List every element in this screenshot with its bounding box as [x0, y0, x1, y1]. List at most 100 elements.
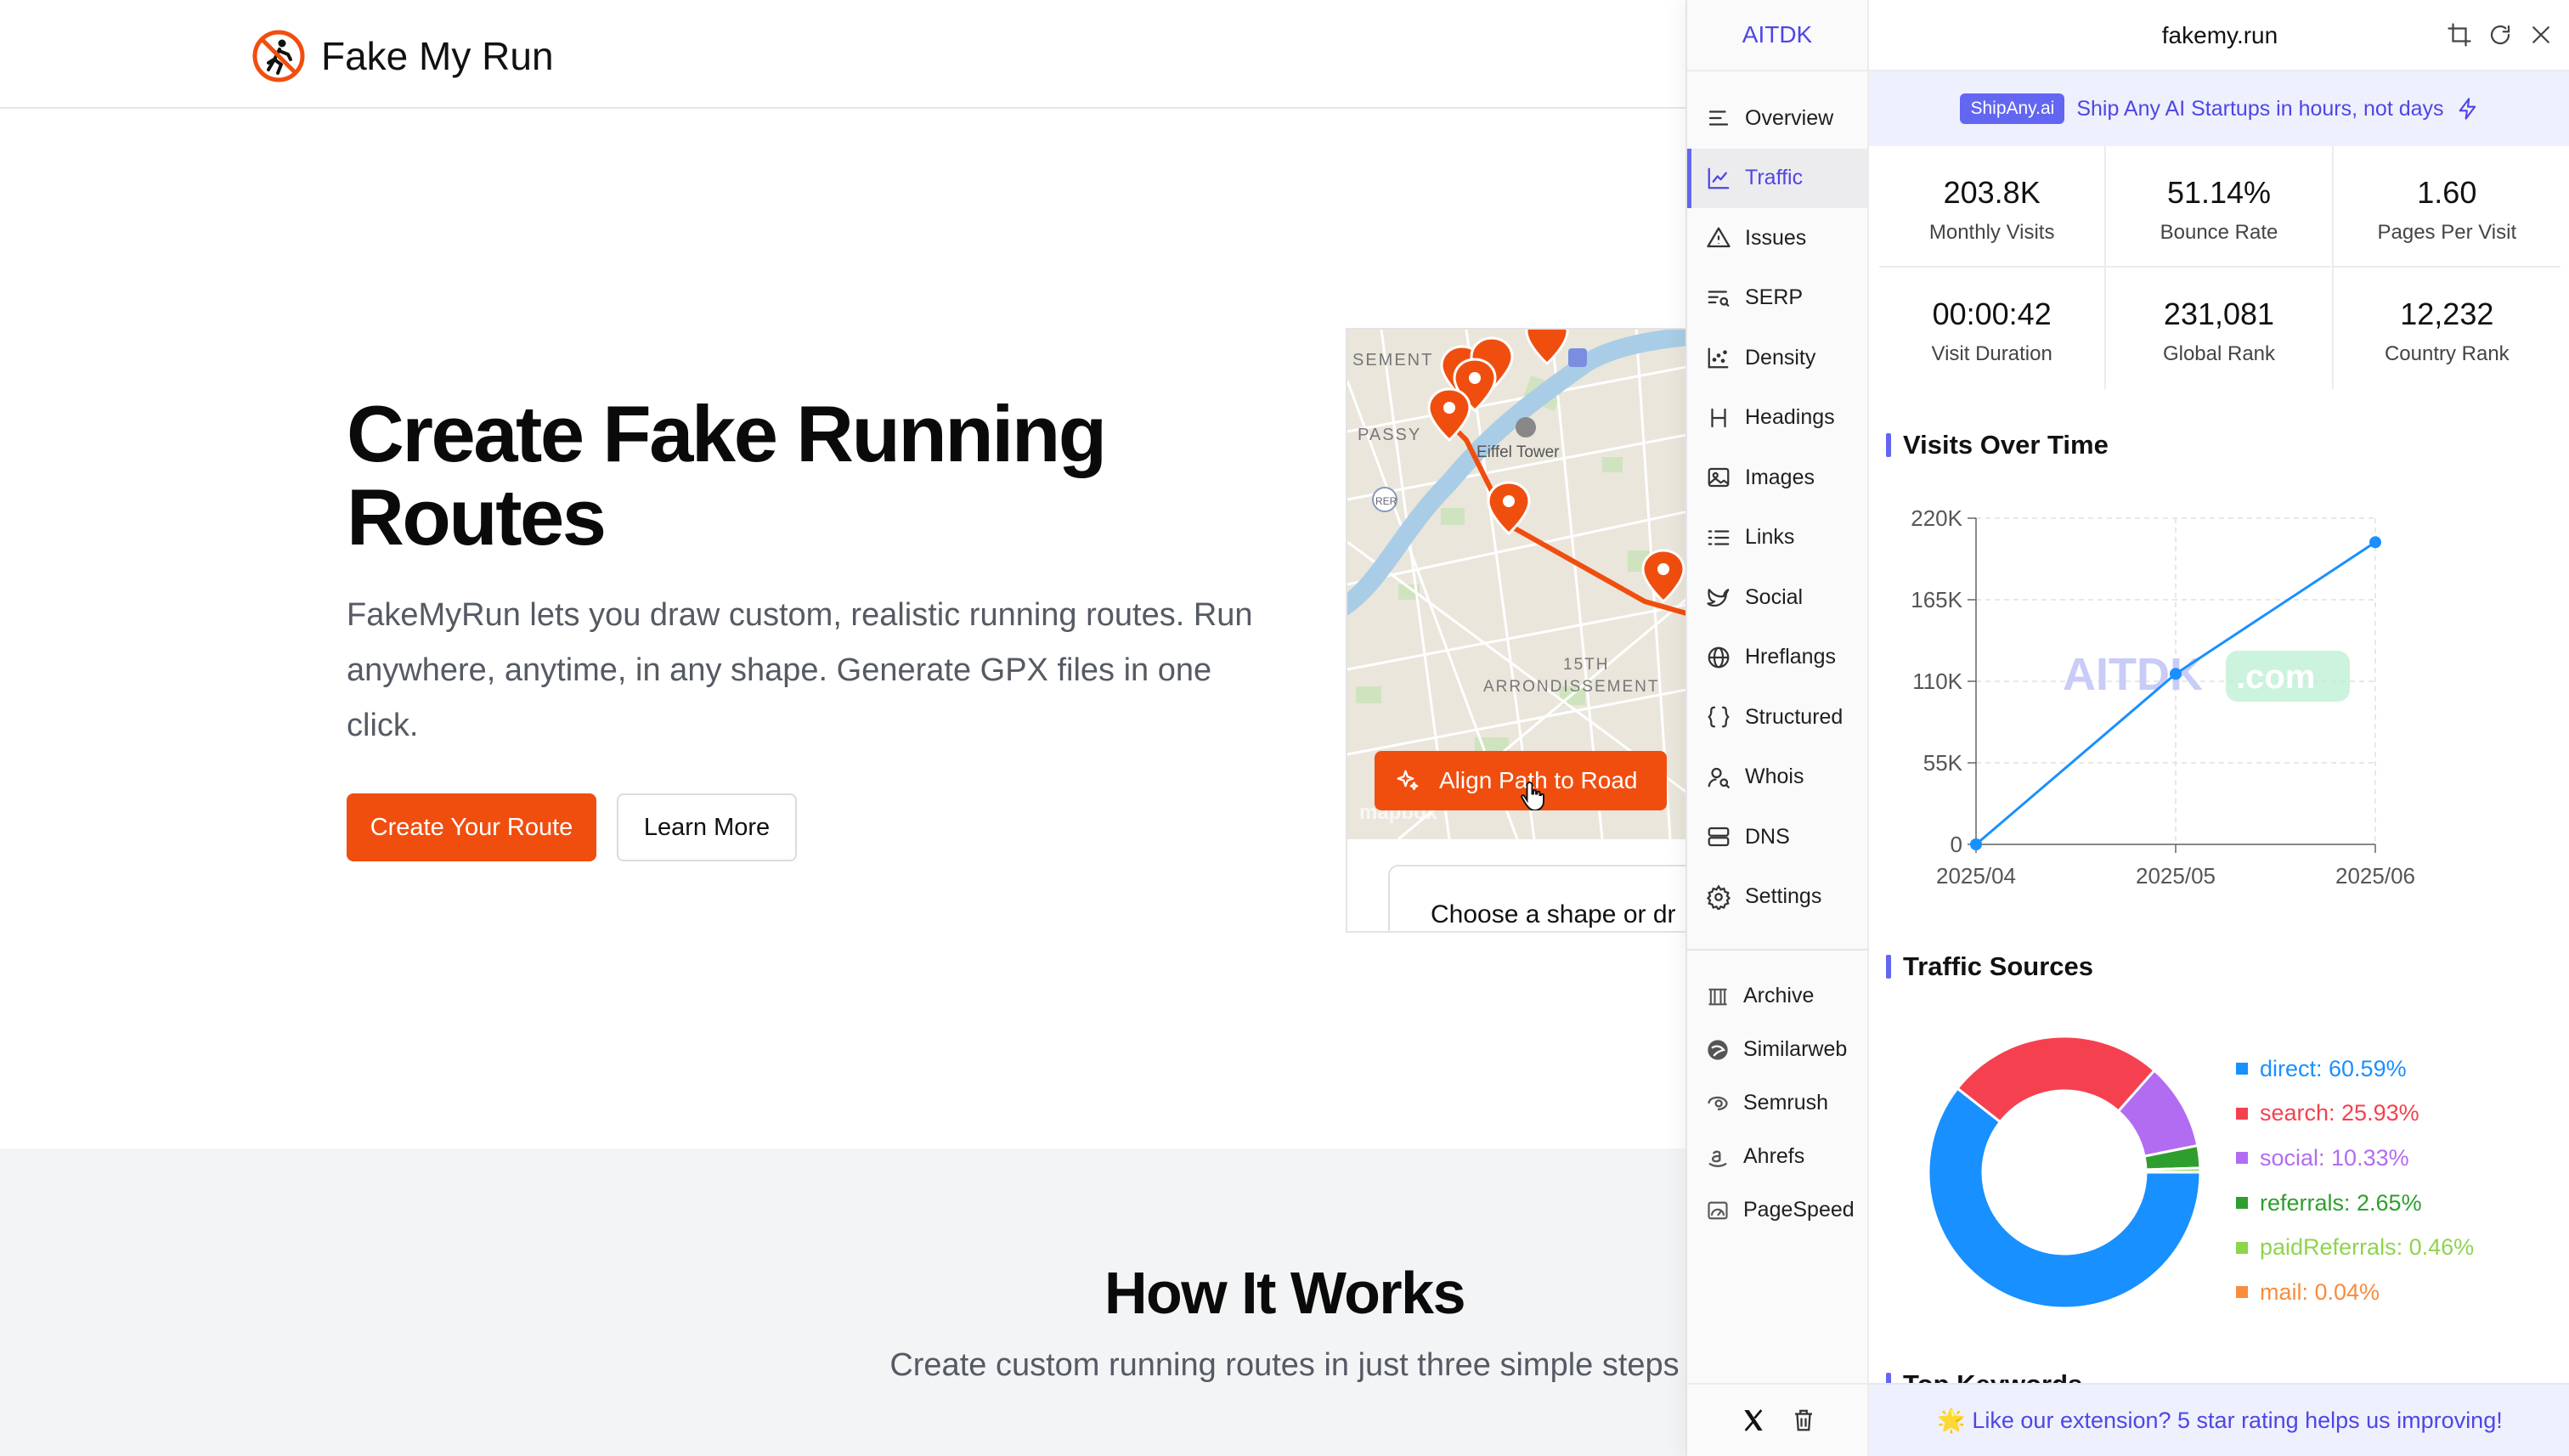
visits-over-time-title: Visits Over Time: [1886, 430, 2109, 460]
legend-swatch: [2236, 1107, 2248, 1120]
trash-icon[interactable]: [1791, 1408, 1816, 1433]
map-label-eiffel: Eiffel Tower: [1476, 443, 1560, 461]
hero-description: FakeMyRun lets you draw custom, realisti…: [347, 597, 1253, 743]
visits-data-point[interactable]: [2369, 536, 2381, 549]
extension-main: fakemy.run ShipAny.ai Ship Any AI Startu…: [1869, 0, 2569, 1456]
extension-brand[interactable]: AITDK: [1687, 0, 1867, 71]
social-icon: [1707, 589, 1730, 607]
traffic-sources-title: Traffic Sources: [1886, 951, 2093, 982]
nav-item-whois[interactable]: Whois: [1687, 748, 1867, 808]
nav-item-density[interactable]: Density: [1687, 328, 1867, 388]
legend-item-social[interactable]: social: 10.33%: [2236, 1136, 2474, 1181]
density-icon: [1708, 348, 1729, 369]
stat-bounce-rate: 51.14% Bounce Rate: [2106, 146, 2334, 268]
legend-item-referrals[interactable]: referrals: 2.65%: [2236, 1181, 2474, 1226]
map-card: SEMENT PASSY Eiffel Tower 15TH ARRONDISS…: [1346, 328, 1686, 933]
crop-icon[interactable]: [2447, 22, 2472, 48]
stat-monthly-visits: 203.8K Monthly Visits: [1879, 146, 2107, 268]
promo-badge: ShipAny.ai: [1960, 93, 2065, 124]
nav-item-similarweb[interactable]: Similarweb: [1687, 1023, 1867, 1076]
heading-icon: [1711, 408, 1726, 427]
close-icon[interactable]: [2528, 22, 2554, 48]
legend-swatch: [2236, 1241, 2248, 1254]
nav-item-dns[interactable]: DNS: [1687, 807, 1867, 867]
legend-swatch: [2236, 1197, 2248, 1210]
nav-separator: [1687, 949, 1867, 951]
y-tick-label: 220K: [1911, 505, 1962, 531]
svg-text:RER: RER: [1375, 495, 1397, 507]
legend-label: paidReferrals: 0.46%: [2260, 1234, 2475, 1261]
nav-item-archive[interactable]: Archive: [1687, 969, 1867, 1023]
map-label-arr: SEMENT: [1352, 351, 1433, 370]
gear-icon: [1706, 884, 1731, 910]
shape-chooser-text: Choose a shape or dr: [1431, 900, 1676, 928]
nav-item-semrush[interactable]: Semrush: [1687, 1076, 1867, 1130]
external-tools-nav: Archive Similarweb Semrush Ahrefs PageSp…: [1687, 969, 1867, 1237]
y-tick-label: 110K: [1912, 669, 1962, 694]
y-tick-label: 0: [1951, 832, 1962, 857]
x-twitter-icon[interactable]: [1740, 1407, 1767, 1434]
website: Fake My Run Create Fake Running Routes F…: [0, 0, 1686, 1456]
ahrefs-icon: [1708, 1150, 1727, 1167]
metro-icon: [1568, 348, 1587, 367]
serp-icon: [1708, 291, 1730, 307]
nav-item-ahrefs[interactable]: Ahrefs: [1687, 1130, 1867, 1183]
site-header: Fake My Run: [0, 0, 1686, 109]
nav-item-images[interactable]: Images: [1687, 448, 1867, 508]
nav-item-pagespeed[interactable]: PageSpeed: [1687, 1183, 1867, 1237]
legend-item-mail[interactable]: mail: 0.04%: [2236, 1270, 2474, 1315]
legend-item-search[interactable]: search: 25.93%: [2236, 1092, 2474, 1137]
nav-item-overview[interactable]: Overview: [1687, 88, 1867, 149]
lightning-icon: [2459, 98, 2476, 120]
shape-chooser[interactable]: Choose a shape or dr: [1388, 865, 1686, 931]
traffic-stats-grid: 203.8K Monthly Visits 51.14% Bounce Rate…: [1879, 146, 2561, 389]
site-logo[interactable]: Fake My Run: [251, 29, 554, 83]
legend-label: mail: 0.04%: [2260, 1278, 2380, 1305]
similarweb-icon: [1708, 1039, 1728, 1060]
aitdk-extension-panel: AITDK Overview Traffic Issues SERP Densi…: [1685, 0, 2569, 1456]
sidebar-footer: [1687, 1383, 1869, 1456]
watermark-suffix: .com: [2236, 658, 2315, 696]
nav-item-headings[interactable]: Headings: [1687, 388, 1867, 449]
nav-item-serp[interactable]: SERP: [1687, 268, 1867, 329]
extension-nav: Overview Traffic Issues SERP Density Hea…: [1687, 71, 1867, 927]
stat-pages-per-visit: 1.60 Pages Per Visit: [2333, 146, 2561, 268]
legend-label: search: 25.93%: [2260, 1100, 2419, 1126]
legend-swatch: [2236, 1286, 2248, 1299]
x-tick-label: 2025/06: [2335, 863, 2415, 889]
extension-header: fakemy.run: [1869, 0, 2569, 71]
nav-item-hreflangs[interactable]: Hreflangs: [1687, 628, 1867, 688]
x-tick-label: 2025/04: [1936, 863, 2016, 889]
nav-item-settings[interactable]: Settings: [1687, 867, 1867, 928]
promo-banner[interactable]: ShipAny.ai Ship Any AI Startups in hours…: [1869, 71, 2569, 146]
refresh-icon[interactable]: [2487, 22, 2513, 48]
legend-item-direct[interactable]: direct: 60.59%: [2236, 1047, 2474, 1092]
nav-item-links[interactable]: Links: [1687, 508, 1867, 568]
nav-item-social[interactable]: Social: [1687, 567, 1867, 628]
warning-icon: [1707, 227, 1731, 248]
visits-data-point[interactable]: [1970, 838, 1982, 850]
image-icon: [1708, 468, 1730, 488]
y-tick-label: 165K: [1911, 587, 1962, 612]
legend-label: direct: 60.59%: [2260, 1055, 2407, 1081]
header-actions: [2447, 22, 2554, 48]
create-route-button[interactable]: Create Your Route: [347, 793, 596, 861]
visits-line-chart[interactable]: 0 55K 110K 165K 220K 2025/04 2025/05 2025/06 AI…: [1869, 484, 2569, 909]
legend-swatch: [2236, 1063, 2248, 1075]
nav-item-issues[interactable]: Issues: [1687, 208, 1867, 268]
how-it-works-title: How It Works: [1104, 1260, 1466, 1326]
learn-more-button[interactable]: Learn More: [617, 793, 797, 861]
legend-label: social: 10.33%: [2260, 1144, 2409, 1171]
visits-data-point[interactable]: [2170, 668, 2182, 680]
how-it-works-subtitle: Create custom running routes in just thr…: [889, 1347, 1680, 1383]
stat-country-rank: 12,232 Country Rank: [2384, 296, 2510, 365]
user-search-icon: [1708, 767, 1731, 789]
rating-footer[interactable]: 🌟 Like our extension? 5 star rating help…: [1869, 1383, 2569, 1456]
traffic-sources-donut[interactable]: [1920, 1028, 2209, 1317]
nav-item-structured[interactable]: Structured: [1687, 687, 1867, 748]
server-icon: [1708, 827, 1730, 847]
links-icon: [1708, 530, 1730, 545]
nav-item-traffic[interactable]: Traffic: [1687, 148, 1867, 208]
legend-item-paidReferrals[interactable]: paidReferrals: 0.46%: [2236, 1225, 2474, 1270]
eiffel-poi-icon: [1516, 417, 1536, 437]
